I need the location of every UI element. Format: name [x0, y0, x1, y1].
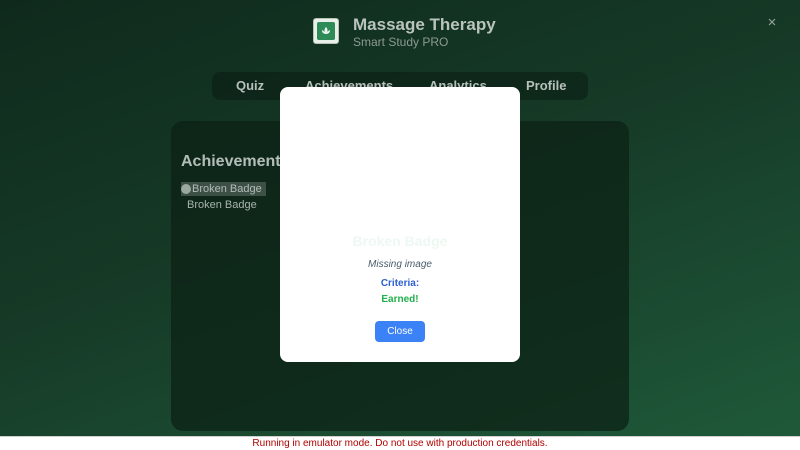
- close-button[interactable]: Close: [375, 321, 425, 342]
- emulator-warning-banner: Running in emulator mode. Do not use wit…: [0, 436, 800, 450]
- badge-modal: Broken Badge Missing image Criteria: Ear…: [280, 87, 520, 362]
- modal-description: Missing image: [368, 259, 432, 270]
- modal-earned-status: Earned!: [381, 294, 419, 305]
- modal-overlay: Broken Badge Missing image Criteria: Ear…: [0, 0, 800, 450]
- modal-criteria: Criteria:: [380, 278, 420, 289]
- modal-badge-name: Broken Badge: [352, 233, 448, 249]
